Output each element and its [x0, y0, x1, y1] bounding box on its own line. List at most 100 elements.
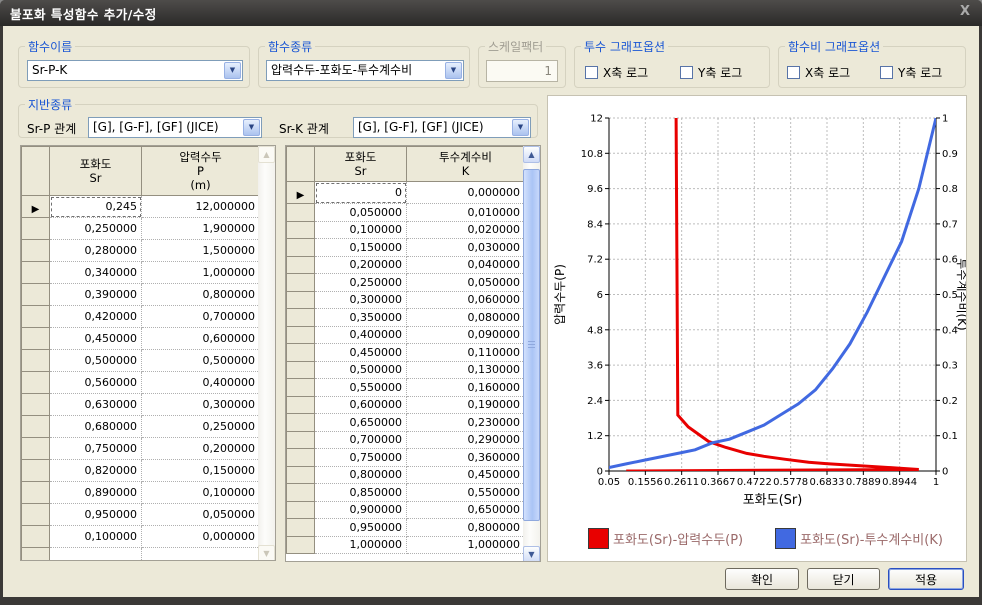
- cell[interactable]: 0,850000: [315, 484, 407, 502]
- scroll-thumb[interactable]: [523, 169, 540, 521]
- row-header[interactable]: [22, 482, 50, 504]
- cell[interactable]: 1,000000: [142, 262, 260, 284]
- column-header[interactable]: 포화도Sr: [315, 147, 407, 182]
- cell[interactable]: 0,245: [50, 196, 142, 218]
- row-header[interactable]: [287, 519, 315, 537]
- cell[interactable]: 0,250000: [315, 274, 407, 292]
- cell[interactable]: 0,630000: [50, 394, 142, 416]
- row-header[interactable]: [22, 372, 50, 394]
- sr-k-table[interactable]: 포화도Sr투수계수비K▶00,0000000,0500000,0100000,1…: [285, 145, 541, 562]
- cell[interactable]: 0,090000: [407, 326, 525, 344]
- row-header[interactable]: [287, 466, 315, 484]
- cell[interactable]: 0,450000: [315, 344, 407, 362]
- cell[interactable]: 0,110000: [407, 344, 525, 362]
- row-header[interactable]: [287, 274, 315, 292]
- cell[interactable]: 0,010000: [407, 204, 525, 222]
- cell[interactable]: 0,350000: [315, 309, 407, 327]
- cell[interactable]: 1,000000: [407, 536, 525, 554]
- cell[interactable]: 1,500000: [142, 240, 260, 262]
- row-header[interactable]: [287, 536, 315, 554]
- cell[interactable]: 0,000000: [407, 182, 525, 204]
- cell[interactable]: 0,300000: [315, 291, 407, 309]
- cell[interactable]: 0,360000: [407, 449, 525, 467]
- cell[interactable]: 0,200000: [315, 256, 407, 274]
- row-header[interactable]: [22, 284, 50, 306]
- column-header[interactable]: 포화도Sr: [50, 147, 142, 196]
- srp-relation-select[interactable]: [G], [G-F], [GF] (JICE) ▼: [88, 117, 262, 138]
- row-header[interactable]: ▶: [22, 196, 50, 218]
- function-type-select[interactable]: 압력수두-포화도-투수계수비 ▼: [266, 60, 464, 81]
- sr-k-table-scrollbar[interactable]: ▲ ▼: [523, 146, 540, 562]
- sr-p-table-scrollbar[interactable]: ▲ ▼: [258, 146, 275, 561]
- cell[interactable]: 0,100000: [50, 526, 142, 548]
- cell[interactable]: 0,450000: [407, 466, 525, 484]
- row-header[interactable]: [287, 484, 315, 502]
- row-header[interactable]: [287, 204, 315, 222]
- perm-y-log-checkbox[interactable]: Y축 로그: [680, 64, 742, 81]
- chevron-down-icon[interactable]: ▼: [224, 62, 241, 79]
- cell[interactable]: 0,300000: [142, 394, 260, 416]
- scroll-down-icon[interactable]: ▼: [258, 545, 275, 561]
- row-header[interactable]: [287, 344, 315, 362]
- cell[interactable]: 0,250000: [50, 218, 142, 240]
- row-header[interactable]: [22, 504, 50, 526]
- cell[interactable]: 0,500000: [315, 361, 407, 379]
- cell[interactable]: 0,100000: [142, 482, 260, 504]
- cell[interactable]: 0,400000: [142, 372, 260, 394]
- row-header[interactable]: [287, 449, 315, 467]
- cell[interactable]: 0,050000: [142, 504, 260, 526]
- row-header[interactable]: [22, 306, 50, 328]
- cell[interactable]: 0,200000: [142, 438, 260, 460]
- row-header[interactable]: [287, 291, 315, 309]
- ok-button[interactable]: 확인: [725, 568, 799, 590]
- row-header[interactable]: [22, 328, 50, 350]
- cell[interactable]: 0,290000: [407, 431, 525, 449]
- cell[interactable]: 0,500000: [142, 350, 260, 372]
- scroll-up-icon[interactable]: ▲: [258, 146, 275, 163]
- cell[interactable]: 0,500000: [50, 350, 142, 372]
- cell[interactable]: 0,420000: [50, 306, 142, 328]
- cell[interactable]: 0,390000: [50, 284, 142, 306]
- row-header[interactable]: [287, 326, 315, 344]
- row-header[interactable]: [22, 262, 50, 284]
- chevron-down-icon[interactable]: ▼: [512, 119, 529, 136]
- row-header[interactable]: [22, 460, 50, 482]
- cell[interactable]: 0,800000: [315, 466, 407, 484]
- cell[interactable]: 0,280000: [50, 240, 142, 262]
- cell[interactable]: 0,550000: [315, 379, 407, 397]
- cell[interactable]: 0,650000: [315, 414, 407, 432]
- cell[interactable]: [50, 548, 142, 561]
- cell[interactable]: 0,150000: [315, 239, 407, 257]
- cell[interactable]: 0,450000: [50, 328, 142, 350]
- cell[interactable]: 0,230000: [407, 414, 525, 432]
- row-header[interactable]: [287, 396, 315, 414]
- row-header[interactable]: [22, 240, 50, 262]
- row-header[interactable]: [287, 431, 315, 449]
- cell[interactable]: 0,050000: [407, 274, 525, 292]
- column-header[interactable]: 투수계수비K: [407, 147, 525, 182]
- cell[interactable]: 0,340000: [50, 262, 142, 284]
- row-header[interactable]: [22, 548, 50, 561]
- cell[interactable]: 0,820000: [50, 460, 142, 482]
- ratio-x-log-checkbox[interactable]: X축 로그: [787, 64, 850, 81]
- row-header[interactable]: [22, 218, 50, 240]
- ratio-y-log-checkbox[interactable]: Y축 로그: [880, 64, 942, 81]
- cell[interactable]: 0,750000: [50, 438, 142, 460]
- cell[interactable]: 0,680000: [50, 416, 142, 438]
- row-header[interactable]: [287, 501, 315, 519]
- cell[interactable]: 0,000000: [142, 526, 260, 548]
- cell[interactable]: 0,080000: [407, 309, 525, 327]
- row-header[interactable]: [22, 526, 50, 548]
- row-header[interactable]: [22, 438, 50, 460]
- cell[interactable]: 0,050000: [315, 204, 407, 222]
- close-icon[interactable]: X: [960, 4, 970, 19]
- cell[interactable]: 0,700000: [315, 431, 407, 449]
- row-header[interactable]: ▶: [287, 182, 315, 204]
- chevron-down-icon[interactable]: ▼: [445, 62, 462, 79]
- apply-button[interactable]: 적용: [888, 568, 964, 590]
- cell[interactable]: 0,160000: [407, 379, 525, 397]
- cell[interactable]: [142, 548, 260, 561]
- cell[interactable]: 0,600000: [142, 328, 260, 350]
- cell[interactable]: 0,950000: [50, 504, 142, 526]
- close-button[interactable]: 닫기: [807, 568, 880, 590]
